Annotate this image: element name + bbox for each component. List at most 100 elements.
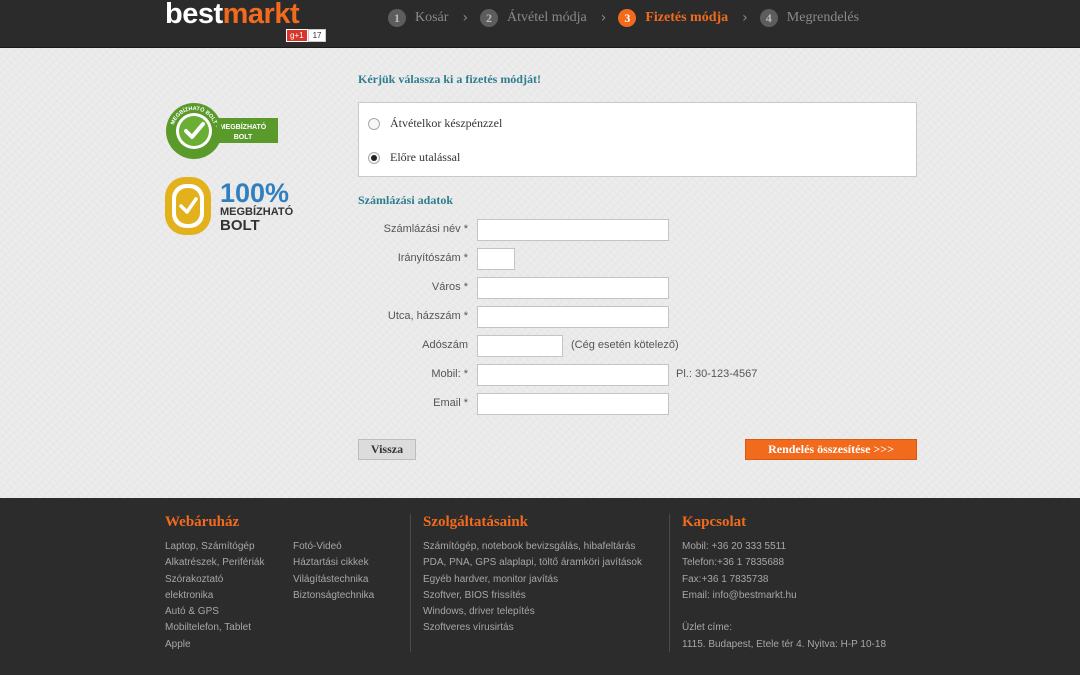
trusted-shop-badge[interactable]: MEGBÍZHATÓ BOLT MEGBÍZHATÓ BOLT · ÁRUKER… (163, 97, 281, 166)
city-row: Város * (358, 277, 798, 299)
footer-link[interactable]: Háztartási cikkek (293, 555, 374, 571)
mobile-hint: Pl.: 30-123-4567 (676, 368, 758, 380)
tax-row: Adószám (Cég esetén kötelező) (358, 335, 798, 357)
street-label: Utca, házszám * (387, 310, 468, 322)
site-footer: Webáruház Laptop, Számítógép Alkatrészek… (0, 498, 1080, 675)
footer-shop-column-2: Fotó-Videó Háztartási cikkek Világításte… (293, 539, 374, 604)
zip-row: Irányítószám * (358, 248, 798, 270)
email-label: Email * (433, 397, 468, 409)
footer-link[interactable]: Szoftver, BIOS frissítés (423, 588, 642, 604)
billing-section-title: Számlázási adatok (358, 193, 454, 207)
email-row: Email * (358, 393, 798, 415)
zip-label: Irányítószám * (397, 252, 468, 264)
tax-label: Adószám (422, 339, 468, 351)
google-plus-button[interactable]: g+1 (286, 29, 308, 42)
email-input[interactable] (477, 393, 669, 415)
tax-hint: (Cég esetén kötelező) (571, 339, 679, 351)
step-label: Kosár (415, 10, 449, 25)
step-payment: 3 Fizetés módja (618, 9, 728, 27)
zip-input[interactable] (477, 248, 515, 270)
step-cart[interactable]: 1 Kosár (388, 9, 448, 27)
footer-link[interactable]: Alkatrészek, Perifériák (165, 555, 264, 571)
footer-link[interactable]: Számítógép, notebook bevizsgálás, hibafe… (423, 539, 642, 555)
footer-link[interactable]: elektronika (165, 588, 264, 604)
payment-option-label: Előre utalással (390, 150, 461, 164)
mobile-row: Mobil: * Pl.: 30-123-4567 (358, 364, 798, 386)
billing-name-row: Számlázási név * (358, 219, 798, 241)
step-delivery[interactable]: 2 Átvétel módja (480, 9, 587, 27)
chevron-right-icon: › (600, 10, 607, 26)
step-label: Átvétel módja (507, 10, 587, 25)
chevron-right-icon: › (742, 10, 748, 26)
spacer (682, 604, 886, 620)
step-label: Fizetés módja (645, 10, 729, 25)
footer-link[interactable]: Mobiltelefon, Tablet (165, 620, 264, 636)
store-title: Üzlet címe: (682, 622, 733, 634)
footer-link[interactable]: Szórakoztató (165, 572, 264, 588)
site-logo[interactable]: bestmarkt (165, 0, 300, 31)
step-number: 1 (388, 9, 406, 27)
step-number: 2 (480, 9, 499, 27)
footer-shop-column: Webáruház Laptop, Számítógép Alkatrészek… (165, 514, 264, 653)
hundred-percent-badge[interactable]: 100% MEGBÍZHATÓ BOLT (164, 175, 304, 241)
checkout-steps: 1 Kosár › 2 Átvétel módja › 3 Fizetés mó… (388, 9, 859, 27)
badge-percent-text: 100% (220, 178, 289, 208)
footer-contact-list: Mobil: +36 20 333 5511 Telefon:+36 1 783… (682, 539, 886, 653)
street-input[interactable] (477, 306, 669, 328)
footer-services-list: Számítógép, notebook bevizsgálás, hibafe… (423, 539, 642, 637)
city-input[interactable] (477, 277, 669, 299)
step-label: Megrendelés (786, 10, 860, 25)
footer-link[interactable]: Fotó-Videó (293, 539, 374, 555)
footer-link[interactable]: Windows, driver telepítés (423, 604, 642, 620)
logo-word-best: best (165, 0, 223, 30)
contact-fax: Fax:+36 1 7835738 (682, 573, 769, 585)
contact-mobile: Mobil: +36 20 333 5511 (682, 541, 787, 552)
social-badges: g+1 17 (286, 29, 327, 42)
billing-name-input[interactable] (477, 219, 669, 241)
top-header: bestmarkt g+1 17 1 Kosár › 2 Átvétel mód… (0, 0, 1080, 48)
city-label: Város * (431, 281, 468, 293)
mobile-input[interactable] (477, 364, 669, 386)
footer-contact-column: Kapcsolat Mobil: +36 20 333 5511 Telefon… (682, 514, 886, 653)
footer-services-title: Szolgáltatásaink (423, 514, 529, 530)
footer-link[interactable]: Apple (165, 637, 264, 653)
radio-transfer[interactable] (368, 151, 380, 164)
footer-services-column: Szolgáltatásaink Számítógép, notebook be… (423, 514, 642, 637)
radio-cash[interactable] (368, 117, 380, 130)
footer-divider (669, 514, 670, 652)
payment-option-label: Átvételkor készpénzzel (390, 116, 503, 130)
footer-contact-title: Kapcsolat (682, 514, 747, 530)
payment-option-cash[interactable]: Átvételkor készpénzzel (368, 116, 502, 131)
payment-prompt: Kérjük válassza ki a fizetés módját! (358, 72, 541, 86)
store-address: 1115. Budapest, Etele tér 4. Nyitva: H-P… (682, 638, 887, 650)
step-order: 4 Megrendelés (759, 9, 860, 27)
contact-email[interactable]: Email: info@bestmarkt.hu (682, 588, 886, 604)
footer-link[interactable]: Laptop, Számítógép (165, 539, 264, 555)
footer-link[interactable]: PDA, PNA, GPS alaplapi, töltő áramköri j… (423, 555, 642, 571)
badge-text-line1: MEGBÍZHATÓ (220, 122, 267, 131)
footer-shop-list-2: Fotó-Videó Háztartási cikkek Világításte… (293, 539, 374, 604)
footer-shop-list: Laptop, Számítógép Alkatrészek, Periféri… (165, 539, 264, 653)
trusted-shop-badge-graphic: MEGBÍZHATÓ BOLT MEGBÍZHATÓ BOLT · ÁRUKER… (163, 97, 278, 159)
footer-shop-title: Webáruház (165, 514, 240, 530)
badge-text-line2: BOLT (220, 217, 260, 234)
logo-word-markt: markt (222, 0, 300, 30)
step-number: 3 (618, 9, 637, 27)
payment-option-transfer[interactable]: Előre utalással (368, 150, 460, 165)
payment-options-box: Átvételkor készpénzzel Előre utalással (358, 102, 917, 177)
footer-link[interactable]: Egyéb hardver, monitor javítás (423, 572, 642, 588)
footer-link[interactable]: Biztonságtechnika (293, 588, 374, 604)
step-number: 4 (759, 9, 778, 27)
tax-input[interactable] (477, 335, 563, 357)
chevron-right-icon: › (462, 10, 469, 26)
hundred-percent-badge-graphic: 100% MEGBÍZHATÓ BOLT (165, 177, 294, 235)
back-button[interactable]: Vissza (358, 439, 416, 460)
footer-link[interactable]: Szoftveres vírusirtás (423, 620, 642, 636)
contact-phone: Telefon:+36 1 7835688 (682, 557, 785, 569)
plus-count: 17 (307, 29, 327, 42)
footer-link[interactable]: Világítástechnika (293, 572, 374, 588)
order-summary-button[interactable]: Rendelés összesítése >>> (745, 439, 917, 460)
footer-divider (410, 514, 411, 652)
badge-text-line2: BOLT (234, 134, 253, 141)
footer-link[interactable]: Autó & GPS (165, 604, 264, 620)
